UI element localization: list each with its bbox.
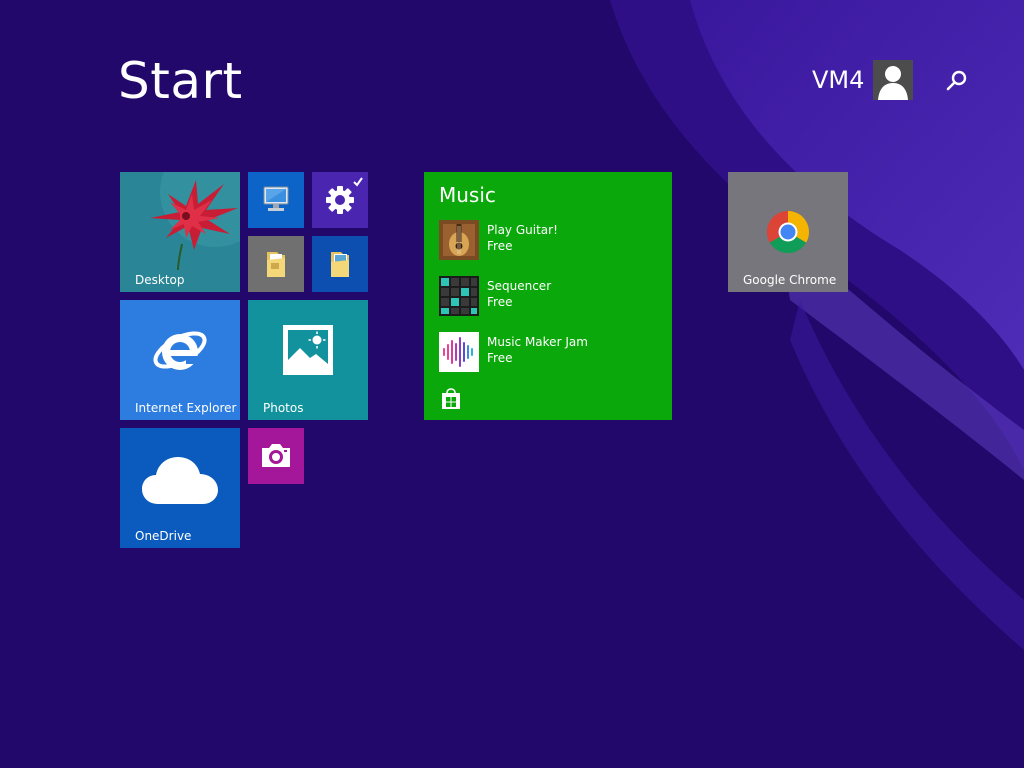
folder-icon (267, 252, 285, 277)
page-title: Start (118, 52, 243, 110)
pc-settings-tile[interactable] (312, 172, 368, 228)
internet-explorer-icon (153, 331, 207, 370)
user-icon (878, 66, 909, 100)
internet-explorer-label: Internet Explorer (135, 401, 237, 415)
photo-icon (283, 325, 333, 375)
app-name: Play Guitar! (487, 223, 558, 237)
waveform-icon (439, 332, 479, 372)
store-bag-icon (442, 388, 460, 409)
music-title: Music (439, 183, 496, 207)
photos-label: Photos (263, 401, 304, 415)
onedrive-tile[interactable]: OneDrive (120, 428, 240, 548)
app-price: Free (487, 295, 513, 309)
pictures-folder-tile[interactable] (312, 236, 368, 292)
app-price: Free (487, 351, 513, 365)
gear-icon (326, 186, 354, 214)
chrome-logo-icon (766, 211, 810, 254)
internet-explorer-tile[interactable]: Internet Explorer (120, 300, 240, 420)
camera-icon (262, 444, 290, 467)
google-chrome-tile[interactable]: Google Chrome (728, 172, 848, 292)
onedrive-label: OneDrive (135, 529, 192, 543)
music-tile[interactable]: Music Play Guitar! Free Sequencer Free M… (424, 172, 672, 420)
selected-check-icon (353, 177, 363, 187)
app-name: Sequencer (487, 279, 552, 293)
list-item-music-maker-jam[interactable]: Music Maker Jam Free (439, 332, 659, 372)
user-account[interactable]: VM4 (812, 60, 914, 100)
search-icon (946, 70, 967, 91)
pictures-folder-icon (331, 252, 349, 277)
desktop-label: Desktop (135, 273, 185, 287)
computer-icon (263, 186, 289, 211)
list-item-play-guitar[interactable]: Play Guitar! Free (439, 220, 659, 260)
cloud-icon (142, 457, 218, 504)
username: VM4 (812, 66, 865, 94)
app-name: Music Maker Jam (487, 335, 588, 349)
desktop-tile[interactable]: Desktop (120, 172, 240, 292)
file-explorer-tile[interactable] (248, 236, 304, 292)
search-button[interactable] (944, 68, 970, 94)
this-pc-tile[interactable] (248, 172, 304, 228)
photos-tile[interactable]: Photos (248, 300, 368, 420)
google-chrome-label: Google Chrome (743, 273, 837, 287)
app-price: Free (487, 239, 513, 253)
camera-tile[interactable] (248, 428, 304, 484)
guitar-icon (439, 220, 479, 260)
list-item-sequencer[interactable]: Sequencer Free (439, 276, 659, 316)
avatar[interactable] (873, 60, 914, 100)
sequencer-grid-icon (439, 276, 479, 316)
